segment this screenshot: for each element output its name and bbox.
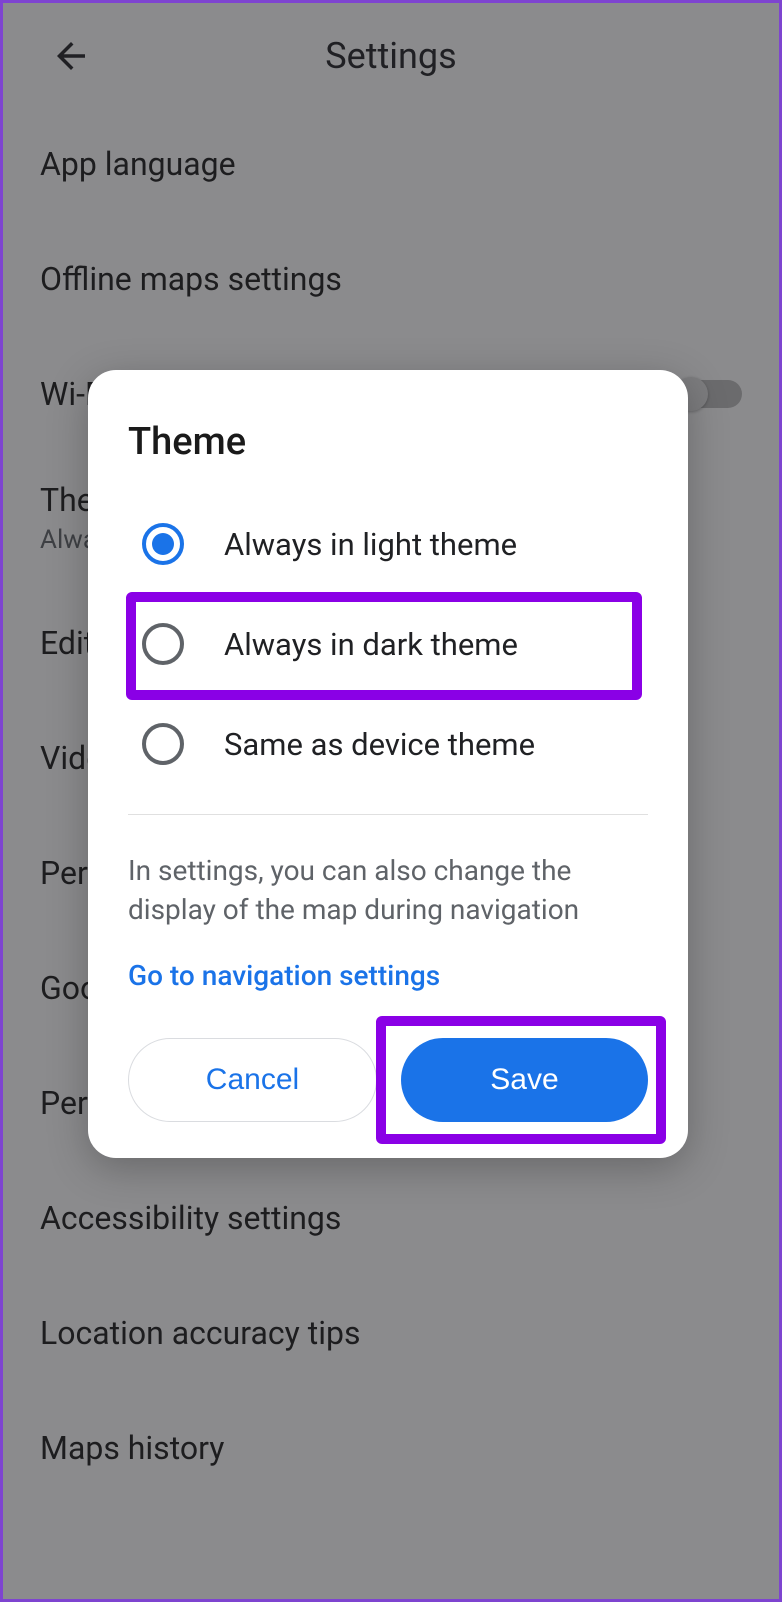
radio-option-dark[interactable]: Always in dark theme bbox=[88, 594, 688, 694]
radio-label: Same as device theme bbox=[224, 726, 535, 763]
radio-icon bbox=[142, 723, 184, 765]
radio-option-light[interactable]: Always in light theme bbox=[88, 494, 688, 594]
theme-dialog: Theme Always in light theme Always in da… bbox=[88, 370, 688, 1158]
radio-icon bbox=[142, 623, 184, 665]
radio-option-device[interactable]: Same as device theme bbox=[88, 694, 688, 794]
save-button[interactable]: Save bbox=[401, 1038, 648, 1122]
radio-label: Always in light theme bbox=[224, 526, 517, 563]
navigation-settings-link[interactable]: Go to navigation settings bbox=[88, 929, 688, 992]
dialog-message: In settings, you can also change the dis… bbox=[88, 815, 688, 929]
cancel-button[interactable]: Cancel bbox=[128, 1038, 377, 1122]
radio-label: Always in dark theme bbox=[224, 626, 518, 663]
dialog-actions: Cancel Save bbox=[88, 992, 688, 1122]
radio-icon bbox=[142, 523, 184, 565]
dialog-title: Theme bbox=[88, 410, 688, 494]
